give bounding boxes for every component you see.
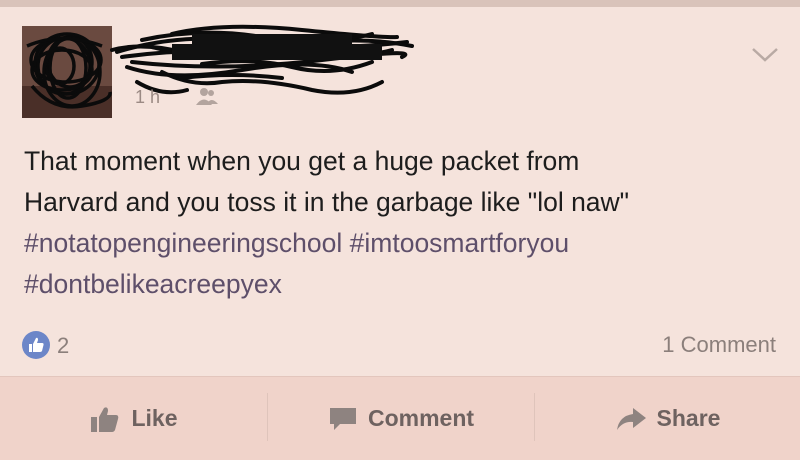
post-hashtags-line: #notatopengineeringschool #imtoosmartfor… bbox=[24, 223, 784, 264]
post-hashtags-line: #dontbelikeacreepyex bbox=[24, 264, 784, 305]
comment-count-link[interactable]: 1 Comment bbox=[662, 332, 776, 358]
comment-bubble-icon bbox=[329, 407, 356, 430]
hashtag-link[interactable]: #imtoosmartforyou bbox=[350, 228, 569, 258]
name-redaction-scribble bbox=[110, 24, 414, 95]
post-text-line-2: Harvard and you toss it in the garbage l… bbox=[24, 187, 630, 217]
post-text-line-1: That moment when you get a huge packet f… bbox=[24, 146, 580, 176]
like-label: Like bbox=[131, 405, 178, 431]
post-action-bar: Like Comment Share bbox=[0, 376, 800, 460]
friends-privacy-icon bbox=[196, 88, 218, 105]
top-strip bbox=[0, 0, 800, 7]
post-menu-chevron-icon[interactable] bbox=[750, 42, 780, 66]
like-reaction-icon bbox=[22, 331, 50, 359]
share-label: Share bbox=[656, 405, 721, 431]
share-button[interactable]: Share bbox=[535, 377, 800, 460]
post-body: That moment when you get a huge packet f… bbox=[24, 141, 784, 305]
hashtag-link[interactable]: #dontbelikeacreepyex bbox=[24, 269, 282, 299]
share-arrow-icon bbox=[616, 407, 646, 430]
hashtag-link[interactable]: #notatopengineeringschool bbox=[24, 228, 342, 258]
comment-label: Comment bbox=[367, 405, 475, 431]
comment-button[interactable]: Comment bbox=[268, 377, 534, 460]
like-count[interactable]: 2 bbox=[57, 333, 69, 359]
like-button[interactable]: Like bbox=[0, 377, 267, 460]
post-timestamp[interactable]: 1 h bbox=[135, 87, 160, 108]
thumbs-up-icon bbox=[91, 406, 119, 432]
